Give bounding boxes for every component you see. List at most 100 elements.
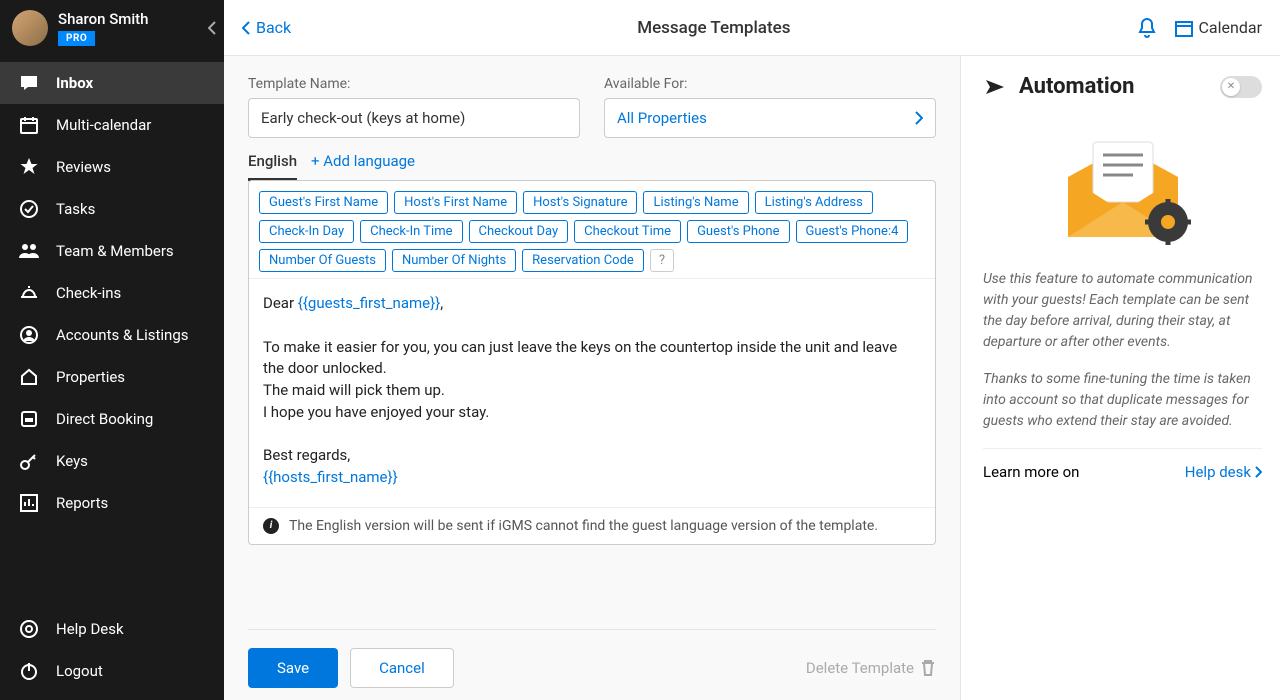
language-tabs: English + Add language (248, 152, 936, 181)
page-title: Message Templates (291, 18, 1136, 38)
editor-column: Template Name: Available For: All Proper… (224, 56, 960, 700)
sidebar-item-multicalendar[interactable]: Multi-calendar (0, 104, 224, 146)
template-name-label: Template Name: (248, 76, 580, 92)
main: Back Message Templates Calendar Template… (224, 0, 1280, 700)
topbar-right: Calendar (1137, 17, 1262, 39)
tag-num-nights[interactable]: Number Of Nights (392, 249, 516, 272)
tab-english[interactable]: English (248, 152, 297, 181)
delete-label: Delete Template (806, 659, 914, 677)
sidebar-item-keys[interactable]: Keys (0, 440, 224, 482)
sidebar-item-directbooking[interactable]: Direct Booking (0, 398, 224, 440)
add-language-button[interactable]: + Add language (311, 152, 415, 170)
panel-text-2: Thanks to some fine-tuning the time is t… (983, 369, 1262, 432)
sidebar: Sharon Smith PRO Inbox Multi-calendar Re… (0, 0, 224, 700)
tag-guest-first-name[interactable]: Guest's First Name (259, 191, 388, 214)
tag-host-first-name[interactable]: Host's First Name (394, 191, 517, 214)
available-for-select[interactable]: All Properties (604, 98, 936, 138)
sidebar-item-properties[interactable]: Properties (0, 356, 224, 398)
tag-guest-phone4[interactable]: Guest's Phone:4 (796, 220, 909, 243)
editor-box: Guest's First Name Host's First Name Hos… (248, 180, 936, 545)
calendar-icon (18, 114, 40, 136)
help-icon (18, 618, 40, 640)
sidebar-item-logout[interactable]: Logout (0, 650, 224, 692)
avatar[interactable] (12, 10, 48, 46)
automation-panel: Automation Use this feature to aut (960, 56, 1280, 700)
sidebar-item-inbox[interactable]: Inbox (0, 62, 224, 104)
help-desk-label: Help desk (1185, 463, 1251, 481)
available-for-value: All Properties (617, 109, 707, 127)
home-icon (18, 366, 40, 388)
calendar-search-icon (1175, 19, 1193, 37)
sidebar-item-label: Check-ins (56, 284, 121, 302)
panel-title: Automation (1019, 74, 1208, 99)
calendar-button[interactable]: Calendar (1175, 18, 1262, 37)
panel-footer: Learn more on Help desk (983, 448, 1262, 481)
chevron-right-icon (915, 111, 923, 125)
tag-guest-phone[interactable]: Guest's Phone (687, 220, 789, 243)
sidebar-item-label: Inbox (56, 74, 93, 92)
save-button[interactable]: Save (248, 648, 338, 688)
nav-footer: Help Desk Logout (0, 608, 224, 700)
sidebar-item-reviews[interactable]: Reviews (0, 146, 224, 188)
automation-toggle[interactable] (1220, 76, 1262, 98)
cancel-button[interactable]: Cancel (350, 648, 454, 688)
check-icon (18, 198, 40, 220)
chevron-right-icon (1255, 466, 1262, 478)
reports-icon (18, 492, 40, 514)
nav-main: Inbox Multi-calendar Reviews Tasks Team … (0, 56, 224, 608)
body-text: Best regards, (263, 446, 350, 464)
star-icon (18, 156, 40, 178)
tags-help-button[interactable]: ? (650, 249, 674, 272)
tag-reservation-code[interactable]: Reservation Code (522, 249, 644, 272)
content: Template Name: Available For: All Proper… (224, 56, 1280, 700)
editor-body[interactable]: Dear {{guests_first_name}}, To make it e… (249, 279, 935, 507)
cloche-icon (18, 282, 40, 304)
tag-checkout-day[interactable]: Checkout Day (469, 220, 569, 243)
envelope-icon (1048, 127, 1198, 247)
body-var: {{guests_first_name}} (298, 294, 440, 312)
sidebar-item-reports[interactable]: Reports (0, 482, 224, 524)
booking-icon (18, 408, 40, 430)
learn-more-label: Learn more on (983, 463, 1079, 481)
available-for-group: Available For: All Properties (604, 76, 936, 138)
tag-listing-address[interactable]: Listing's Address (755, 191, 873, 214)
tag-checkin-time[interactable]: Check-In Time (360, 220, 462, 243)
body-text: I hope you have enjoyed your stay. (263, 403, 489, 421)
template-name-group: Template Name: (248, 76, 580, 138)
sidebar-item-label: Logout (56, 662, 103, 680)
tag-checkin-day[interactable]: Check-In Day (259, 220, 354, 243)
sidebar-item-label: Reports (56, 494, 108, 512)
available-for-label: Available For: (604, 76, 936, 92)
tag-num-guests[interactable]: Number Of Guests (259, 249, 386, 272)
sidebar-item-label: Properties (56, 368, 125, 386)
sidebar-item-tasks[interactable]: Tasks (0, 188, 224, 230)
chat-icon (18, 72, 40, 94)
sidebar-item-checkins[interactable]: Check-ins (0, 272, 224, 314)
sidebar-item-label: Multi-calendar (56, 116, 151, 134)
editor-note-text: The English version will be sent if iGMS… (289, 518, 878, 534)
sidebar-item-label: Team & Members (56, 242, 174, 260)
delete-template-button[interactable]: Delete Template (806, 659, 936, 677)
power-icon (18, 660, 40, 682)
editor-note: i The English version will be sent if iG… (249, 507, 935, 544)
account-icon (18, 324, 40, 346)
airplane-icon (983, 75, 1007, 99)
sidebar-item-helpdesk[interactable]: Help Desk (0, 608, 224, 650)
sidebar-item-accounts[interactable]: Accounts & Listings (0, 314, 224, 356)
template-name-input[interactable] (248, 98, 580, 138)
sidebar-item-team[interactable]: Team & Members (0, 230, 224, 272)
panel-illustration (983, 127, 1262, 247)
sidebar-item-label: Reviews (56, 158, 111, 176)
tag-checkout-time[interactable]: Checkout Time (574, 220, 681, 243)
back-button[interactable]: Back (242, 18, 291, 37)
notifications-button[interactable] (1137, 17, 1157, 39)
team-icon (18, 240, 40, 262)
help-desk-link[interactable]: Help desk (1185, 463, 1262, 481)
tag-listing-name[interactable]: Listing's Name (643, 191, 748, 214)
tag-host-signature[interactable]: Host's Signature (523, 191, 637, 214)
bell-icon (1137, 17, 1157, 39)
sidebar-item-label: Keys (56, 452, 88, 470)
sidebar-item-label: Help Desk (56, 620, 124, 638)
pro-badge: PRO (58, 31, 95, 46)
sidebar-collapse-button[interactable] (208, 21, 216, 35)
